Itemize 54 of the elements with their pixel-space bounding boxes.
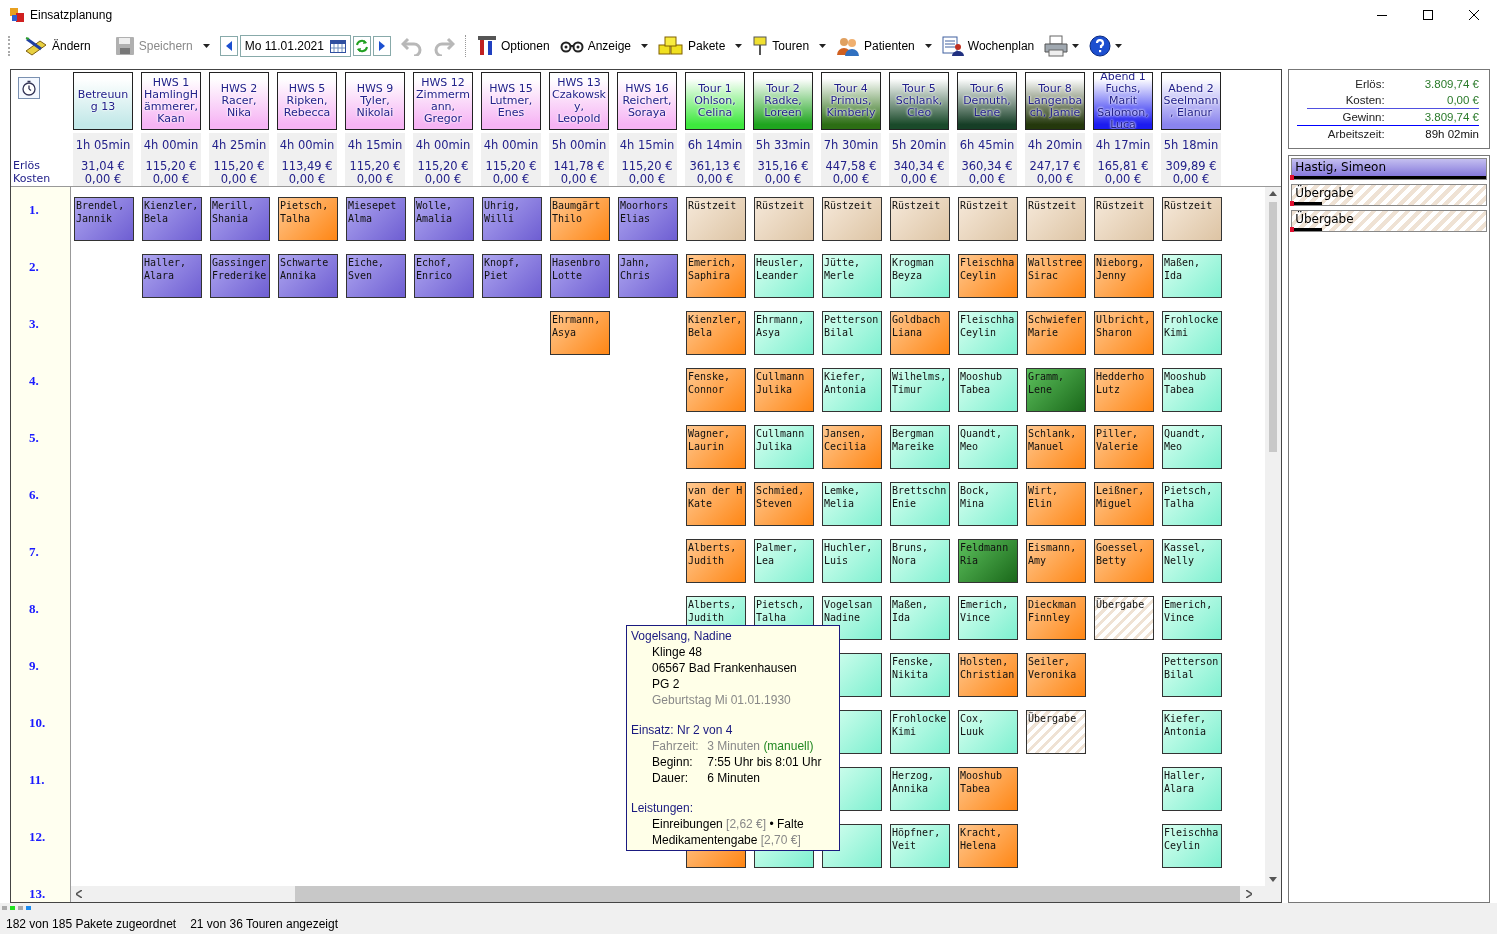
tour-stats: 5h 18min 309,89 € 0,00 € <box>1161 133 1221 186</box>
row-number: 7. <box>29 544 39 559</box>
tour-stats: 1h 05min 31,04 € 0,00 € <box>73 133 133 186</box>
tour-stats: 4h 00min 115,20 € 0,00 € <box>141 133 201 186</box>
tour-stats: 4h 15min 115,20 € 0,00 € <box>617 133 677 186</box>
status-text: 182 von 185 Pakete zugeordnet <box>6 917 177 931</box>
tooltip-line: Dauer: 6 Minuten <box>652 770 762 786</box>
tooltip-line: Einreibungen [2,62 €] • Falte <box>652 816 805 832</box>
row-number: 13. <box>29 886 46 901</box>
tooltip-line: Leistungen: <box>631 800 695 816</box>
tour-stats: 7h 30min 447,58 € 0,00 € <box>821 133 881 186</box>
window-title: Einsatzplanung <box>30 8 113 22</box>
status-text: 21 von 36 Touren angezeigt <box>190 917 339 931</box>
row-number: 11. <box>29 772 45 787</box>
summary-value: 3.809,74 € <box>1424 110 1479 125</box>
row-number: 2. <box>29 259 39 274</box>
tooltip-line: PG 2 <box>652 676 681 692</box>
row-number: 10. <box>29 715 46 730</box>
summary-label: Kosten: <box>1344 93 1385 108</box>
summary-value: 89h 02min <box>1424 127 1479 142</box>
tooltip-line: Beginn: 7:55 Uhr bis 8:01 Uhr <box>652 754 823 770</box>
row-label: Kosten <box>13 172 52 185</box>
row-number: 8. <box>29 601 39 616</box>
tooltip-line: Klinge 48 <box>652 644 704 660</box>
row-number: 3. <box>29 316 39 331</box>
tour-stats: 5h 33min 315,16 € 0,00 € <box>753 133 813 186</box>
row-number: 1. <box>29 202 39 217</box>
tour-stats: 5h 00min 141,78 € 0,00 € <box>549 133 609 186</box>
tour-stats: 4h 15min 115,20 € 0,00 € <box>345 133 405 186</box>
summary-label: Arbeitszeit: <box>1326 127 1385 142</box>
tooltip-line: Einsatz: Nr 2 von 4 <box>631 722 734 738</box>
summary-label: Gewinn: <box>1341 110 1385 125</box>
tour-stats: 4h 20min 247,17 € 0,00 € <box>1025 133 1085 186</box>
summary-value: 0,00 € <box>1446 93 1479 108</box>
tour-stats: 4h 00min 115,20 € 0,00 € <box>481 133 541 186</box>
tour-stats: 6h 14min 361,13 € 0,00 € <box>685 133 745 186</box>
row-number: 9. <box>29 658 39 673</box>
summary-value: 3.809,74 € <box>1424 77 1479 92</box>
row-number: 5. <box>29 430 39 445</box>
tooltip-line: Medikamentengabe [2,70 €] <box>652 832 802 848</box>
row-number: 6. <box>29 487 39 502</box>
tour-stats: 4h 17min 165,81 € 0,00 € <box>1093 133 1153 186</box>
tooltip-line: 06567 Bad Frankenhausen <box>652 660 798 676</box>
tour-stats: 6h 45min 360,34 € 0,00 € <box>957 133 1017 186</box>
summary-label: Erlös: <box>1354 77 1385 92</box>
tour-stats: 4h 00min 115,20 € 0,00 € <box>413 133 473 186</box>
tooltip-line: Geburtstag Mi 01.01.1930 <box>652 692 792 708</box>
tour-stats: 5h 20min 340,34 € 0,00 € <box>889 133 949 186</box>
tour-stats: 4h 00min 113,49 € 0,00 € <box>277 133 337 186</box>
tooltip-line: Fahrzeit: 3 Minuten (manuell) <box>652 738 815 754</box>
tour-stats: 4h 25min 115,20 € 0,00 € <box>209 133 269 186</box>
row-number: 4. <box>29 373 39 388</box>
row-number: 12. <box>29 829 46 844</box>
row-label: Erlös <box>13 159 41 172</box>
